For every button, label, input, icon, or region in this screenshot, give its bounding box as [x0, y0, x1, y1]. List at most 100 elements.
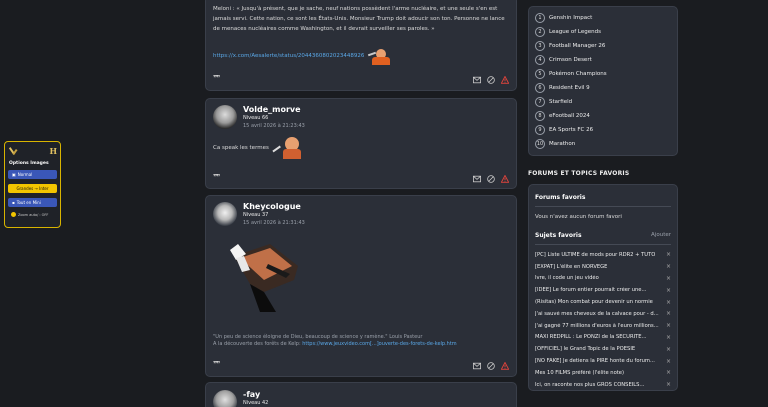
- quote-icon[interactable]: ❞❞: [213, 74, 220, 82]
- remove-topic-icon[interactable]: ×: [666, 287, 671, 294]
- normal-size-label: Normal: [17, 172, 33, 177]
- sticker-image: [368, 47, 394, 65]
- ranking-item[interactable]: 3 Football Manager 26: [535, 39, 671, 53]
- post-image[interactable]: [220, 236, 304, 312]
- remove-topic-icon[interactable]: ×: [666, 381, 671, 388]
- signature-link[interactable]: https://www.jeuxvideo.com[...]ouverte-de…: [302, 341, 456, 347]
- author-name[interactable]: Kheycologue: [243, 202, 305, 212]
- author-name[interactable]: -fay: [243, 390, 268, 400]
- favorite-topics-list: [PC] Liste ULTIME de mods pour RDR2 + TU…: [535, 249, 671, 391]
- favorite-topic-item[interactable]: Ivre, il code un jeu vidéo ×: [535, 273, 671, 285]
- remove-topic-icon[interactable]: ×: [666, 310, 671, 317]
- alert-icon[interactable]: [501, 362, 509, 370]
- signature-prefix: A la découverte des forêts de Kelp:: [213, 341, 303, 347]
- favorite-topic-item[interactable]: J'ai sauvé mes cheveux de la calvace pou…: [535, 308, 671, 320]
- mail-icon[interactable]: [473, 76, 481, 84]
- avatar[interactable]: [213, 390, 237, 407]
- rank-label: eFootball 2024: [549, 113, 590, 119]
- remove-topic-icon[interactable]: ×: [666, 358, 671, 365]
- quote-icon[interactable]: ❞❞: [213, 173, 220, 181]
- ranking-item[interactable]: 1 Genshin Impact: [535, 11, 671, 25]
- rank-label: Pokémon Champions: [549, 71, 607, 77]
- mini-size-button[interactable]: ▪ Tout en Mini: [8, 198, 57, 207]
- quote-icon[interactable]: ❞❞: [213, 360, 220, 368]
- favorite-topic-item[interactable]: [NO FAKE] Je detiens la PIRE honte du fo…: [535, 355, 671, 367]
- ranking-item[interactable]: 6 Resident Evil 9: [535, 81, 671, 95]
- favorite-topic-link[interactable]: MAXI REDPILL : Le PONZI de la SECURITE..…: [535, 334, 647, 340]
- favorite-topic-item[interactable]: [EXPAT] L'élite en NORVEGE ×: [535, 261, 671, 273]
- favorite-topic-item[interactable]: MAXI REDPILL : Le PONZI de la SECURITE..…: [535, 332, 671, 344]
- remove-topic-icon[interactable]: ×: [666, 299, 671, 306]
- ranking-item[interactable]: 4 Crimson Desert: [535, 53, 671, 67]
- remove-topic-icon[interactable]: ×: [666, 346, 671, 353]
- favorite-topic-link[interactable]: [OFFICIEL] le Grand Topic de la POÉSIE: [535, 346, 635, 352]
- favorite-topic-item[interactable]: Mes 10 FILMS préféré (l'élite note) ×: [535, 367, 671, 379]
- post-date[interactable]: 15 avril 2026 à 21:23:43: [243, 122, 305, 131]
- favorite-topic-item[interactable]: Ici, on raconte nos plus GROS CONSEILS..…: [535, 379, 671, 391]
- favorite-topic-item[interactable]: J'ai gagné 77 millions d'euros à l'euro …: [535, 320, 671, 332]
- ranking-item[interactable]: 9 EA Sports FC 26: [535, 123, 671, 137]
- favorite-topic-item[interactable]: [OFFICIEL] le Grand Topic de la POÉSIE ×: [535, 343, 671, 355]
- zoom-toggle-icon: [11, 212, 16, 217]
- favorite-topic-link[interactable]: [NO FAKE] Je detiens la PIRE honte du fo…: [535, 358, 655, 364]
- image-icon: ▣: [12, 172, 16, 177]
- zoom-toggle[interactable]: Zoom auto/ : OFF: [8, 212, 57, 217]
- favorite-topic-link[interactable]: J'ai sauvé mes cheveux de la calvace pou…: [535, 311, 659, 317]
- block-icon[interactable]: [487, 76, 495, 84]
- remove-topic-icon[interactable]: ×: [666, 322, 671, 329]
- rank-label: EA Sports FC 26: [549, 127, 594, 133]
- avatar[interactable]: [213, 202, 237, 226]
- remove-topic-icon[interactable]: ×: [666, 251, 671, 258]
- rank-number: 9: [535, 125, 545, 135]
- alert-icon[interactable]: [501, 76, 509, 84]
- mail-icon[interactable]: [473, 362, 481, 370]
- favorite-topic-link[interactable]: [PC] Liste ULTIME de mods pour RDR2 + TU…: [535, 252, 655, 258]
- normal-size-button[interactable]: ▣ Normal: [8, 170, 57, 179]
- favorite-topics-header: Sujets favoris Ajouter: [535, 229, 671, 241]
- favorite-topic-link[interactable]: Ici, on raconte nos plus GROS CONSEILS..…: [535, 382, 644, 388]
- remove-topic-icon[interactable]: ×: [666, 275, 671, 282]
- remove-topic-icon[interactable]: ×: [666, 263, 671, 270]
- rank-label: Genshin Impact: [549, 15, 593, 21]
- remove-topic-icon[interactable]: ×: [666, 369, 671, 376]
- rank-label: Marathon: [549, 141, 576, 147]
- mail-icon[interactable]: [473, 175, 481, 183]
- large-size-button[interactable]: Grandes → Inter: [8, 184, 57, 193]
- add-topic-button[interactable]: Ajouter: [651, 232, 671, 238]
- ranking-item[interactable]: 10 Marathon: [535, 137, 671, 151]
- forum-post: Meloni : « Jusqu'à présent, que je sache…: [205, 0, 517, 91]
- rank-number: 10: [535, 139, 545, 149]
- avatar[interactable]: [213, 105, 237, 129]
- favorite-topic-link[interactable]: [EXPAT] L'élite en NORVEGE: [535, 264, 607, 270]
- favorite-topic-link[interactable]: (Risitas) Mon combat pour devenir un nor…: [535, 299, 653, 305]
- rank-label: Resident Evil 9: [549, 85, 590, 91]
- post-link[interactable]: https://x.com/Aesalerte/status/204436080…: [213, 53, 364, 59]
- rank-number: 5: [535, 69, 545, 79]
- ranking-item[interactable]: 7 Starfield: [535, 95, 671, 109]
- favorite-topic-link[interactable]: Ivre, il code un jeu vidéo: [535, 275, 599, 281]
- alert-icon[interactable]: [501, 175, 509, 183]
- forum-post: -fay Niveau 42: [205, 382, 517, 407]
- author-level: Niveau 66: [243, 115, 269, 121]
- block-icon[interactable]: [487, 175, 495, 183]
- rank-number: 1: [535, 13, 545, 23]
- favorite-topic-link[interactable]: [IDEE] Le forum entier pourrait créer un…: [535, 287, 646, 293]
- ranking-item[interactable]: 5 Pokémon Champions: [535, 67, 671, 81]
- favorite-topic-link[interactable]: Mes 10 FILMS préféré (l'élite note): [535, 370, 624, 376]
- rank-label: Crimson Desert: [549, 57, 592, 63]
- favorite-topic-item[interactable]: [IDEE] Le forum entier pourrait créer un…: [535, 284, 671, 296]
- author-name[interactable]: Volde_morve: [243, 105, 305, 115]
- favorite-topic-link[interactable]: J'ai gagné 77 millions d'euros à l'euro …: [535, 323, 659, 329]
- large-size-label: Grandes → Inter: [16, 186, 49, 191]
- image-options-panel: H Options Images ▣ Normal Grandes → Inte…: [4, 141, 61, 228]
- favorite-topic-item[interactable]: [PC] Liste ULTIME de mods pour RDR2 + TU…: [535, 249, 671, 261]
- ranking-item[interactable]: 2 League of Legends: [535, 25, 671, 39]
- remove-topic-icon[interactable]: ×: [666, 334, 671, 341]
- no-forum-message: Vous n'avez aucun forum favori: [535, 214, 622, 220]
- favorite-topic-item[interactable]: (Risitas) Mon combat pour devenir un nor…: [535, 296, 671, 308]
- rank-label: League of Legends: [549, 29, 601, 35]
- post-date[interactable]: 15 avril 2026 à 21:31:43: [243, 219, 305, 228]
- options-h-letter[interactable]: H: [49, 146, 57, 156]
- ranking-item[interactable]: 8 eFootball 2024: [535, 109, 671, 123]
- block-icon[interactable]: [487, 362, 495, 370]
